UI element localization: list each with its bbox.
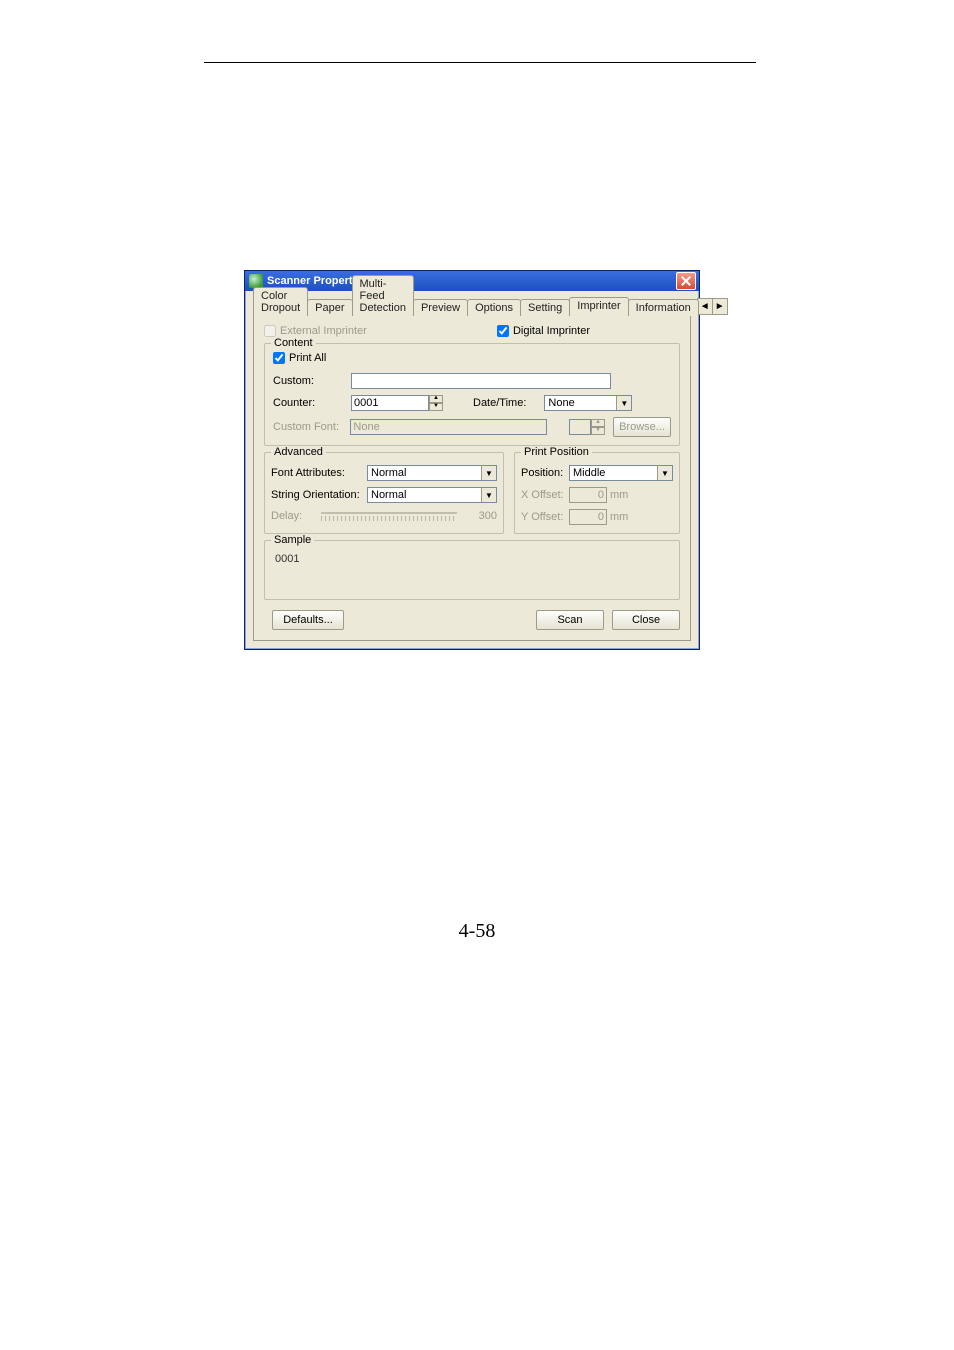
tab-options[interactable]: Options <box>467 299 521 316</box>
scanner-properties-window: Scanner Properties Color Dropout Paper M… <box>244 270 700 650</box>
date-time-label: Date/Time: <box>473 397 526 409</box>
print-position-legend: Print Position <box>521 446 592 458</box>
delay-slider <box>321 509 457 523</box>
sample-group: Sample 0001 <box>264 540 680 600</box>
content-group: Content Print All Custom: Counter: <box>264 343 680 446</box>
spin-down-icon: ▼ <box>591 427 605 435</box>
window-title: Scanner Properties <box>267 275 676 287</box>
font-attributes-label: Font Attributes: <box>271 467 367 479</box>
tabs-scroll-left[interactable]: ◄ <box>697 298 713 315</box>
font-attributes-value: Normal <box>368 466 481 480</box>
custom-font-value <box>350 419 547 435</box>
sample-value: 0001 <box>273 551 671 591</box>
content-legend: Content <box>271 337 316 349</box>
orientation-label: String Orientation: <box>271 489 367 501</box>
counter-up-icon[interactable]: ▲ <box>429 395 443 403</box>
date-time-value: None <box>545 396 616 410</box>
custom-font-spin-input <box>569 419 591 435</box>
delay-label: Delay: <box>271 510 321 522</box>
sample-legend: Sample <box>271 534 314 546</box>
print-all-checkbox[interactable]: Print All <box>273 352 326 364</box>
chevron-down-icon[interactable]: ▼ <box>481 488 496 502</box>
custom-label: Custom: <box>273 375 351 387</box>
counter-label: Counter: <box>273 397 351 409</box>
custom-font-label: Custom Font: <box>273 421 350 433</box>
browse-button: Browse... <box>613 417 671 437</box>
orientation-value: Normal <box>368 488 481 502</box>
counter-spinner[interactable]: ▲ ▼ <box>351 395 443 411</box>
scan-button[interactable]: Scan <box>536 610 604 630</box>
x-offset-value <box>569 487 607 503</box>
spin-up-icon: ▲ <box>591 419 605 427</box>
tab-information[interactable]: Information <box>628 299 699 316</box>
tabstrip: Color Dropout Paper Multi-Feed Detection… <box>253 295 691 315</box>
position-value: Middle <box>570 466 657 480</box>
digital-imprinter-checkbox[interactable]: Digital Imprinter <box>497 325 590 337</box>
advanced-group: Advanced Font Attributes: Normal ▼ Strin… <box>264 452 504 534</box>
defaults-button[interactable]: Defaults... <box>272 610 344 630</box>
font-attributes-combo[interactable]: Normal ▼ <box>367 465 497 481</box>
y-offset-value <box>569 509 607 525</box>
chevron-down-icon[interactable]: ▼ <box>481 466 496 480</box>
app-icon <box>249 274 263 288</box>
digital-imprinter-input[interactable] <box>497 325 509 337</box>
page-number: 4-58 <box>0 920 954 943</box>
external-imprinter-label: External Imprinter <box>280 325 367 337</box>
counter-input[interactable] <box>351 395 429 411</box>
tab-multi-feed-detection[interactable]: Multi-Feed Detection <box>352 275 414 316</box>
tab-color-dropout[interactable]: Color Dropout <box>253 287 308 316</box>
print-all-input[interactable] <box>273 352 285 364</box>
tabs-scroll-right[interactable]: ► <box>712 298 728 315</box>
advanced-legend: Advanced <box>271 446 326 458</box>
position-combo[interactable]: Middle ▼ <box>569 465 673 481</box>
close-button[interactable]: Close <box>612 610 680 630</box>
imprinter-panel: External Imprinter Digital Imprinter Con… <box>253 314 691 641</box>
external-imprinter-checkbox: External Imprinter <box>264 325 367 337</box>
chevron-down-icon[interactable]: ▼ <box>657 466 672 480</box>
external-imprinter-input <box>264 325 276 337</box>
tab-paper[interactable]: Paper <box>307 299 352 316</box>
orientation-combo[interactable]: Normal ▼ <box>367 487 497 503</box>
print-position-group: Print Position Position: Middle ▼ X Offs… <box>514 452 680 534</box>
chevron-down-icon[interactable]: ▼ <box>616 396 631 410</box>
counter-down-icon[interactable]: ▼ <box>429 403 443 411</box>
print-all-label: Print All <box>289 352 326 364</box>
close-icon[interactable] <box>676 272 696 290</box>
y-offset-unit: mm <box>610 511 628 523</box>
delay-value: 300 <box>463 510 497 522</box>
position-label: Position: <box>521 467 569 479</box>
date-time-combo[interactable]: None ▼ <box>544 395 632 411</box>
header-rule <box>204 62 756 63</box>
tab-setting[interactable]: Setting <box>520 299 570 316</box>
custom-font-spinner: ▲ ▼ <box>569 419 605 435</box>
x-offset-unit: mm <box>610 489 628 501</box>
titlebar[interactable]: Scanner Properties <box>245 271 699 291</box>
x-offset-label: X Offset: <box>521 489 569 501</box>
tab-imprinter[interactable]: Imprinter <box>569 297 628 315</box>
digital-imprinter-label: Digital Imprinter <box>513 325 590 337</box>
tab-preview[interactable]: Preview <box>413 299 468 316</box>
custom-input[interactable] <box>351 373 611 389</box>
y-offset-label: Y Offset: <box>521 511 569 523</box>
